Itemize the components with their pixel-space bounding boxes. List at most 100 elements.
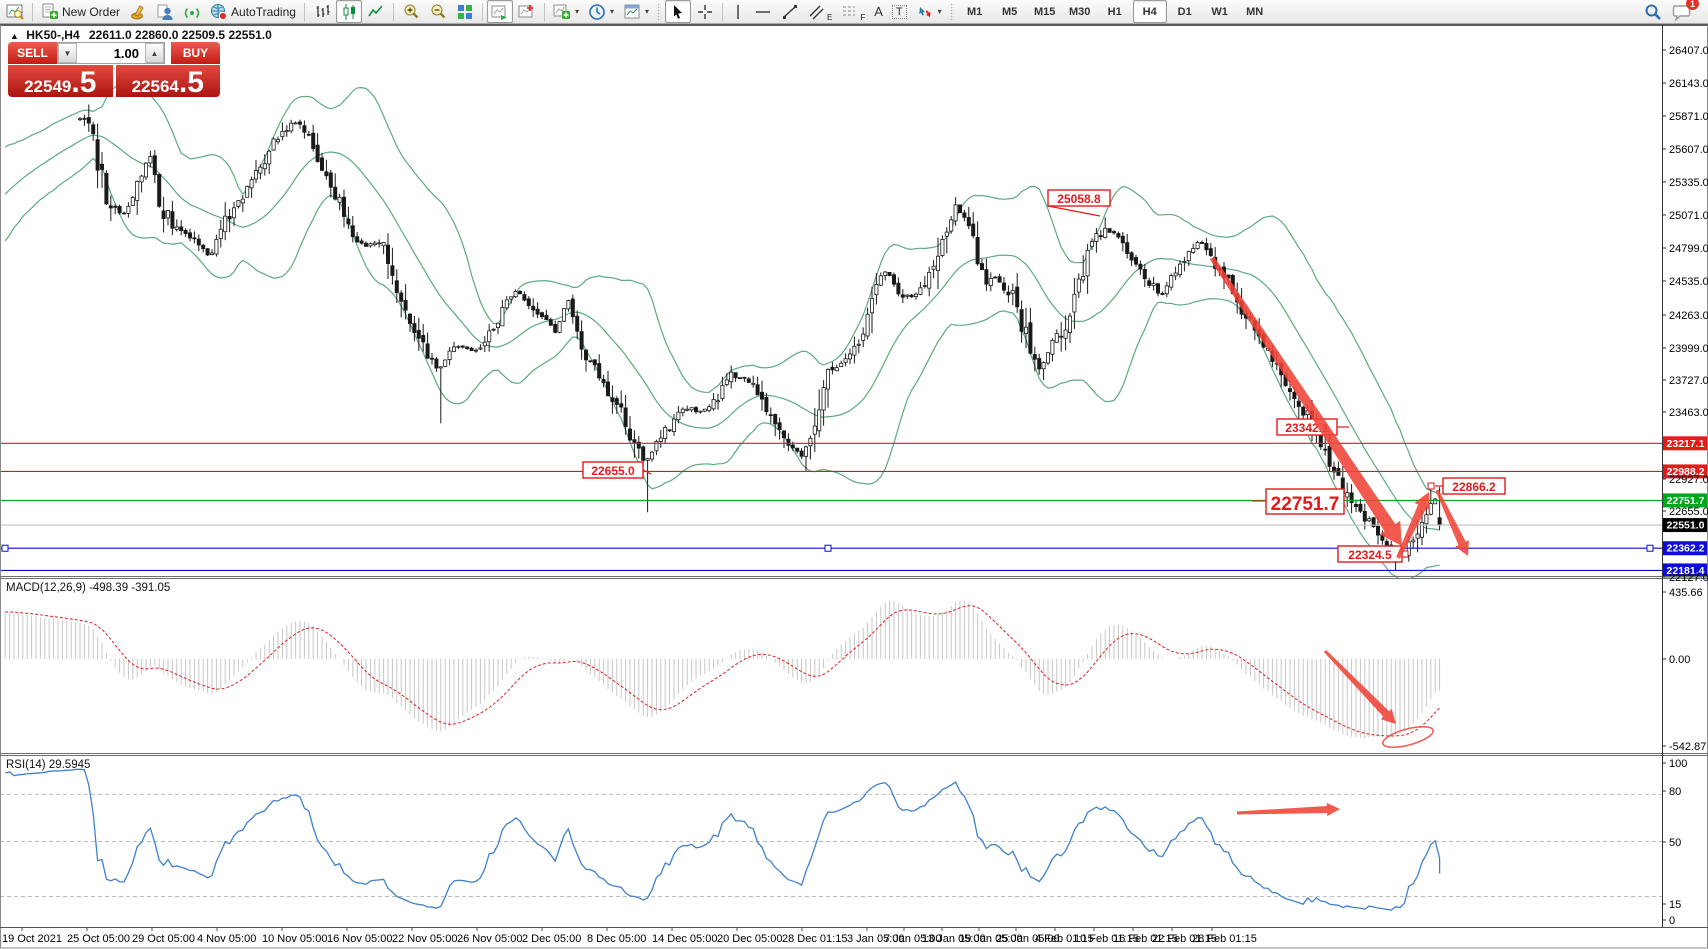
sell-button[interactable]: SELL [8,42,57,64]
toolbar-separator [482,3,483,21]
new-order-icon [41,3,59,21]
community-button[interactable] [152,0,178,23]
vertical-line-button[interactable] [727,0,749,23]
buy-price-fraction: .5 [179,71,204,95]
timeframe-m15[interactable]: M15 [1028,0,1062,23]
time-axis-label: 14 Dec 05:00 [652,933,717,945]
price-annotation-23342.1[interactable]: 23342.1 [1277,419,1349,435]
chart-shift-button[interactable] [514,0,540,23]
timeframe-m1[interactable]: M1 [958,0,992,23]
svg-text:22127.0: 22127.0 [1669,572,1708,584]
price-annotation-25058.8[interactable]: 25058.8 [1048,190,1110,216]
autotrading-button[interactable]: AutoTrading [206,0,300,23]
buy-price[interactable]: 22564 .5 [116,65,221,97]
text-label-button[interactable]: T [888,0,911,23]
svg-text:22927.0: 22927.0 [1669,474,1708,486]
toolbar-separator [304,3,305,21]
svg-text:22655.0: 22655.0 [591,464,635,478]
time-axis-label: 25 Oct 05:00 [67,933,130,945]
svg-text:22866.2: 22866.2 [1452,480,1496,494]
candlestick-chart-button[interactable] [336,0,362,23]
horizontal-line-icon [754,3,772,21]
zoom-in-button[interactable] [398,0,424,23]
chart-canvas[interactable]: 23217.122988.222751.722551.022362.222181… [0,0,1708,949]
price-annotation-22655.0[interactable]: 22655.0 [583,462,651,478]
svg-text:22655.0: 22655.0 [1669,506,1708,518]
channel-glyph: E [827,13,832,22]
volume-control: ▼ ▲ [57,42,165,64]
timeframe-h1[interactable]: H1 [1098,0,1132,23]
auto-scroll-button[interactable] [487,0,513,23]
bollinger-bands [5,81,1439,580]
expert-advisors-button[interactable] [125,0,151,23]
bar-chart-button[interactable] [309,0,335,23]
zoom-out-button[interactable] [425,0,451,23]
sell-price[interactable]: 22549 .5 [8,65,113,97]
signal-icon [183,3,201,21]
timeframe-mn[interactable]: MN [1238,0,1272,23]
candlestick-chart-icon [340,3,358,21]
signals-button[interactable] [179,0,205,23]
cursor-icon [669,3,687,21]
equidistant-channel-button[interactable]: E [804,0,836,23]
macd-ellipse-annotation[interactable] [1381,723,1435,752]
line-handle[interactable] [2,545,8,551]
template-icon [623,3,641,21]
periods-button[interactable]: ▾ [584,0,618,23]
chevron-down-icon: ▾ [645,7,649,16]
line-chart-button[interactable] [363,0,389,23]
volume-decrease-button[interactable]: ▼ [58,43,77,63]
chevron-down-icon: ▾ [938,7,942,16]
new-order-button[interactable]: New Order [37,0,124,23]
toolbar-grip[interactable] [657,3,661,21]
time-axis-label: 10 Nov 05:00 [262,933,327,945]
new-chart-button[interactable] [2,0,28,23]
rsi-right-arrow[interactable] [1237,803,1340,816]
symbol-period-label: HK50-,H4 [26,28,79,42]
timeframe-w1[interactable]: W1 [1203,0,1237,23]
svg-text:25058.8: 25058.8 [1057,192,1101,206]
time-axis-label: 16 Nov 05:00 [327,933,392,945]
svg-text:22362.2: 22362.2 [1667,543,1705,555]
timeframe-h4[interactable]: H4 [1133,0,1167,23]
line-handle[interactable] [1647,545,1653,551]
toolbar-grip[interactable] [950,3,954,21]
svg-text:23999.0: 23999.0 [1669,343,1708,355]
buy-button[interactable]: BUY [171,42,220,64]
timeframe-m30[interactable]: M30 [1063,0,1097,23]
trendline-button[interactable] [777,0,803,23]
svg-text:23463.0: 23463.0 [1669,407,1708,419]
search-button[interactable] [1639,0,1667,23]
svg-text:22551.0: 22551.0 [1667,520,1705,532]
price-annotation-22751.7[interactable]: 22751.7 [1252,489,1344,515]
fibonacci-icon [841,3,857,21]
volume-increase-button[interactable]: ▲ [145,43,164,63]
line-handle[interactable] [825,545,831,551]
add-indicator-icon [553,3,571,21]
toolbar-separator [393,3,394,21]
svg-text:24263.0: 24263.0 [1669,310,1708,322]
time-axis-label: 19 Oct 2021 [2,933,62,945]
one-click-toggle-icon[interactable]: ▲ [10,31,19,41]
tile-windows-button[interactable] [452,0,478,23]
indicators-button[interactable]: ▾ [549,0,583,23]
fibonacci-button[interactable]: F [837,0,869,23]
chat-button[interactable]: 1 [1668,0,1696,23]
crosshair-button[interactable] [692,0,718,23]
svg-text:100: 100 [1669,758,1687,770]
svg-text:23727.0: 23727.0 [1669,375,1708,387]
toolbar: New Order AutoTrading [0,0,1708,24]
text-button[interactable]: A [870,0,887,23]
templates-button[interactable]: ▾ [619,0,653,23]
chart-title: ▲ HK50-,H4 22611.0 22860.0 22509.5 22551… [10,28,272,42]
bar-chart-icon [313,3,331,21]
horizontal-line-button[interactable] [750,0,776,23]
svg-text:0: 0 [1669,915,1675,927]
volume-input[interactable] [77,43,145,63]
zoom-in-icon [402,3,420,21]
timeframe-d1[interactable]: D1 [1168,0,1202,23]
cursor-button[interactable] [665,0,691,23]
arrows-tool-button[interactable]: ▾ [912,0,946,23]
timeframe-m5[interactable]: M5 [993,0,1027,23]
svg-text:26143.0: 26143.0 [1669,78,1708,90]
